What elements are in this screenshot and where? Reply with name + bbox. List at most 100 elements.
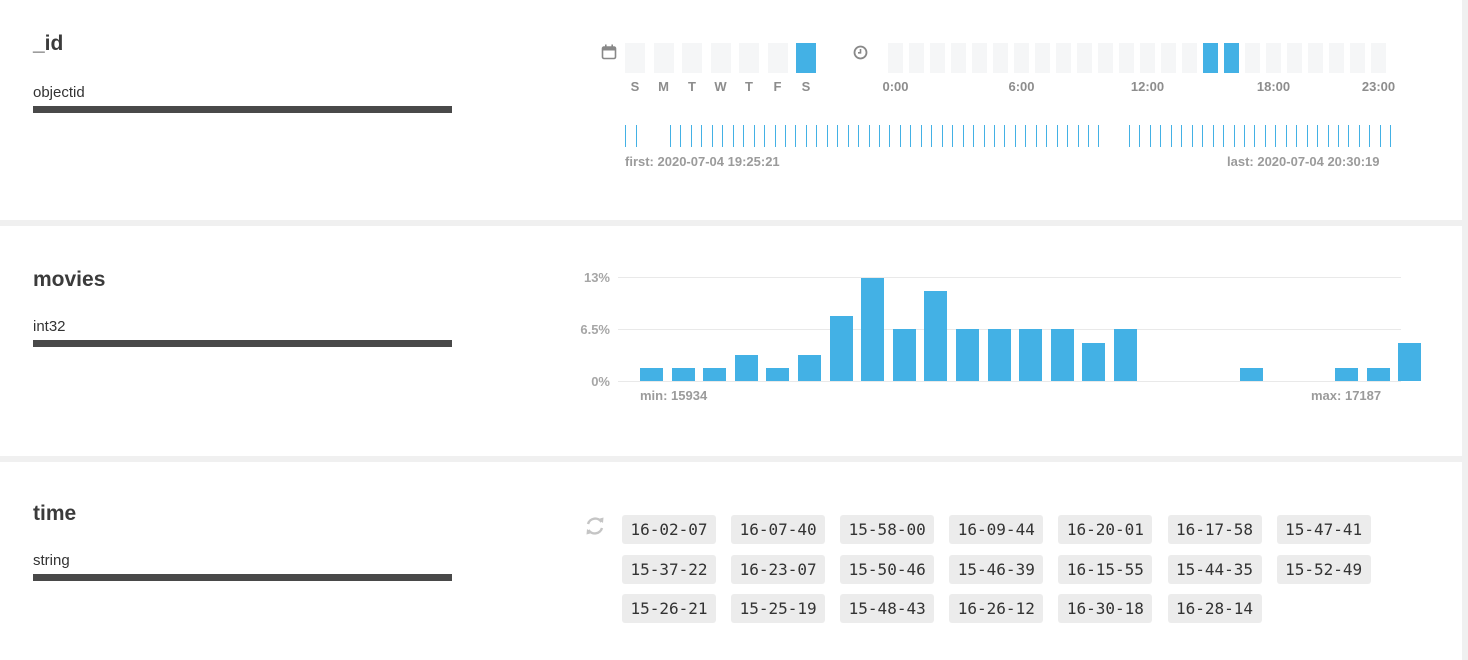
value-chip[interactable]: 15-50-46 [840, 554, 935, 584]
hour-cell[interactable] [1203, 43, 1218, 73]
timeline-tick [963, 125, 964, 147]
timeline-tick [1139, 125, 1140, 147]
day-cell[interactable] [796, 43, 816, 73]
hour-cell[interactable] [1329, 43, 1344, 73]
value-chip[interactable]: 16-07-40 [731, 515, 826, 544]
timeline-tick [1390, 125, 1391, 147]
field-type: objectid [33, 84, 85, 101]
hour-cell[interactable] [1287, 43, 1302, 73]
hour-cell[interactable] [1308, 43, 1323, 73]
histogram-bar[interactable] [987, 329, 1011, 381]
timeline-tick [973, 125, 974, 147]
histogram-bar[interactable] [1240, 368, 1264, 381]
hour-cell[interactable] [1119, 43, 1134, 73]
day-label: S [630, 79, 640, 94]
field-panel-id: _id objectid S M T W T F S 0:00 6:00 12:00 18:00 2… [0, 0, 1462, 220]
hour-cell[interactable] [1056, 43, 1071, 73]
y-tick-label: 0% [591, 374, 610, 389]
value-chip[interactable]: 15-44-35 [1167, 554, 1262, 584]
hour-cell[interactable] [1077, 43, 1092, 73]
hour-cell[interactable] [1161, 43, 1176, 73]
histogram-bar[interactable] [1398, 342, 1422, 381]
timeline-tick [1286, 125, 1287, 147]
value-chip[interactable]: 15-47-41 [1276, 515, 1371, 544]
histogram-bar[interactable] [1050, 329, 1074, 381]
histogram-bar[interactable] [766, 368, 790, 381]
hour-cell[interactable] [1098, 43, 1113, 73]
histogram-bar[interactable] [924, 290, 948, 381]
hour-cell[interactable] [951, 43, 966, 73]
histogram-bar[interactable] [1366, 368, 1390, 381]
histogram-bar[interactable] [1114, 329, 1137, 381]
value-chip[interactable]: 15-48-43 [840, 594, 935, 623]
timeline-tick [1202, 125, 1203, 147]
value-chip[interactable]: 15-52-49 [1276, 554, 1371, 584]
timeline-tick [670, 125, 671, 147]
type-probability-bar[interactable] [33, 106, 452, 113]
value-chip[interactable]: 16-15-55 [1058, 554, 1153, 584]
histogram-bar[interactable] [829, 316, 853, 381]
hour-cell[interactable] [909, 43, 924, 73]
hour-cell[interactable] [1224, 43, 1239, 73]
clock-icon [853, 45, 868, 65]
day-cell[interactable] [682, 43, 702, 73]
timeline-tick [1369, 125, 1370, 147]
histogram-bar[interactable] [892, 329, 916, 381]
value-chip[interactable]: 15-26-21 [622, 594, 716, 623]
timeline-tick [1004, 125, 1005, 147]
y-tick-label: 13% [583, 270, 610, 285]
value-chip[interactable]: 15-58-00 [840, 515, 935, 544]
hour-cell[interactable] [1140, 43, 1155, 73]
day-cell[interactable] [767, 43, 788, 73]
timeline-tick [754, 125, 755, 147]
hour-cell[interactable] [1182, 43, 1197, 73]
hour-cell[interactable] [1245, 43, 1260, 73]
value-chip[interactable]: 16-26-12 [949, 594, 1044, 623]
refresh-icon[interactable] [584, 515, 606, 542]
histogram-bar[interactable] [956, 329, 979, 381]
value-chip[interactable]: 16-17-58 [1167, 515, 1262, 544]
value-chip[interactable]: 16-20-01 [1058, 515, 1153, 544]
hour-cell[interactable] [972, 43, 987, 73]
histogram-bar[interactable] [1335, 368, 1359, 381]
value-chip[interactable]: 16-28-14 [1167, 594, 1262, 623]
value-chip[interactable]: 16-23-07 [731, 554, 826, 584]
type-probability-bar[interactable] [33, 574, 452, 581]
day-cell[interactable] [739, 43, 759, 73]
hour-cell[interactable] [930, 43, 945, 73]
histogram-bar[interactable] [861, 277, 885, 381]
value-chip[interactable]: 15-37-22 [622, 554, 716, 584]
day-cell[interactable] [625, 43, 645, 73]
timeline-tick [1088, 125, 1089, 147]
hour-cell[interactable] [1266, 43, 1281, 73]
hour-label: 0:00 [882, 79, 909, 94]
hour-cell[interactable] [1350, 43, 1365, 73]
value-chip[interactable]: 16-30-18 [1058, 594, 1153, 623]
day-cell[interactable] [653, 43, 674, 73]
histogram-bar[interactable] [734, 355, 758, 381]
histogram-bar[interactable] [1082, 342, 1106, 381]
timeline-tick [1254, 125, 1255, 147]
value-chip[interactable]: 16-02-07 [622, 515, 716, 544]
hour-cell[interactable] [888, 43, 903, 73]
histogram-bar[interactable] [798, 355, 821, 381]
hour-cell[interactable] [1035, 43, 1050, 73]
histogram-bar[interactable] [1019, 329, 1043, 381]
value-chip[interactable]: 16-09-44 [949, 515, 1044, 544]
histogram-bar[interactable] [703, 368, 727, 381]
day-cell[interactable] [710, 43, 731, 73]
value-chip[interactable]: 15-46-39 [949, 554, 1044, 584]
hour-cell[interactable] [993, 43, 1008, 73]
histogram-bar[interactable] [671, 368, 695, 381]
histogram-bar[interactable] [640, 368, 663, 381]
type-probability-bar[interactable] [33, 340, 452, 347]
value-chip[interactable]: 15-25-19 [731, 594, 826, 623]
timeline-tick [1296, 125, 1297, 147]
timeline-tick [1338, 125, 1339, 147]
timeline-tick [869, 125, 870, 147]
day-label: M [658, 79, 669, 94]
hour-cell[interactable] [1371, 43, 1386, 73]
timeline-tick [691, 125, 692, 147]
hour-label: 18:00 [1256, 79, 1291, 94]
hour-cell[interactable] [1014, 43, 1029, 73]
